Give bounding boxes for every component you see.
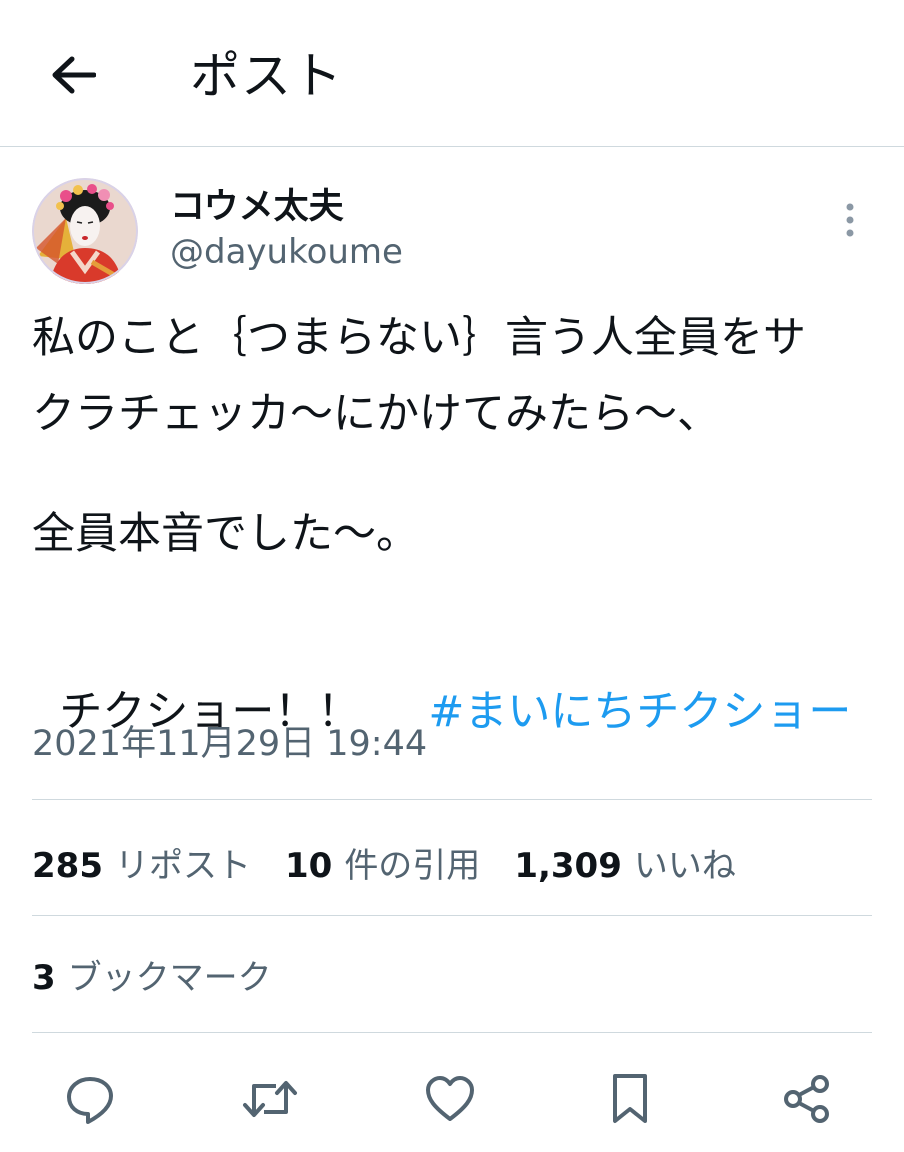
back-button[interactable] xyxy=(44,46,102,104)
like-button[interactable] xyxy=(415,1064,485,1134)
share-icon xyxy=(784,1075,829,1123)
likes-stat[interactable]: 1,309 いいね xyxy=(514,838,736,887)
divider xyxy=(32,799,872,800)
bookmarks-count: 3 xyxy=(32,958,56,998)
page-title: ポスト xyxy=(190,47,343,105)
reply-button[interactable] xyxy=(55,1064,125,1134)
share-button[interactable] xyxy=(772,1064,842,1134)
repost-icon xyxy=(243,1081,297,1117)
post-text-line: 全員本音でした〜。 xyxy=(32,509,419,559)
post-text-line: 私のこと｛つまらない｝言う人全員をサ xyxy=(32,313,806,363)
quotes-count: 10 xyxy=(284,845,333,886)
post-text-line: クラチェッカ〜にかけてみたら〜、 xyxy=(32,389,720,439)
bookmark-icon xyxy=(613,1074,647,1123)
author-display-name[interactable]: コウメ太夫 xyxy=(170,182,344,232)
bookmarks-label: ブックマーク xyxy=(67,958,272,998)
quotes-label: 件の引用 xyxy=(344,845,481,886)
more-vertical-icon xyxy=(846,203,854,237)
author-handle[interactable]: @dayukoume xyxy=(170,230,403,274)
repost-button[interactable] xyxy=(235,1064,305,1134)
likes-label: いいね xyxy=(633,845,736,886)
avatar-image xyxy=(32,178,138,284)
avatar[interactable] xyxy=(32,178,138,284)
post-timestamp[interactable]: 2021年11月29日 19:44 xyxy=(32,720,427,768)
arrow-left-icon xyxy=(52,56,96,94)
bookmark-button[interactable] xyxy=(595,1064,665,1134)
reply-icon xyxy=(67,1077,113,1124)
action-bar xyxy=(0,1064,904,1134)
heart-icon xyxy=(426,1076,474,1121)
top-bar: ポスト xyxy=(0,0,904,147)
quotes-stat[interactable]: 10 件の引用 xyxy=(285,838,480,887)
bookmarks-stat[interactable]: 3 ブックマーク xyxy=(32,952,272,1004)
engagement-stats: 285 リポスト 10 件の引用 1,309 いいね xyxy=(32,836,770,888)
reposts-label: リポスト xyxy=(114,845,251,886)
divider xyxy=(32,1032,872,1033)
reposts-count: 285 xyxy=(32,845,103,886)
likes-count: 1,309 xyxy=(514,845,622,886)
more-options-button[interactable] xyxy=(832,200,868,240)
hashtag-link[interactable]: #まいにちチクショー xyxy=(428,687,851,737)
reposts-stat[interactable]: 285 リポスト xyxy=(32,838,251,887)
divider xyxy=(32,915,872,916)
